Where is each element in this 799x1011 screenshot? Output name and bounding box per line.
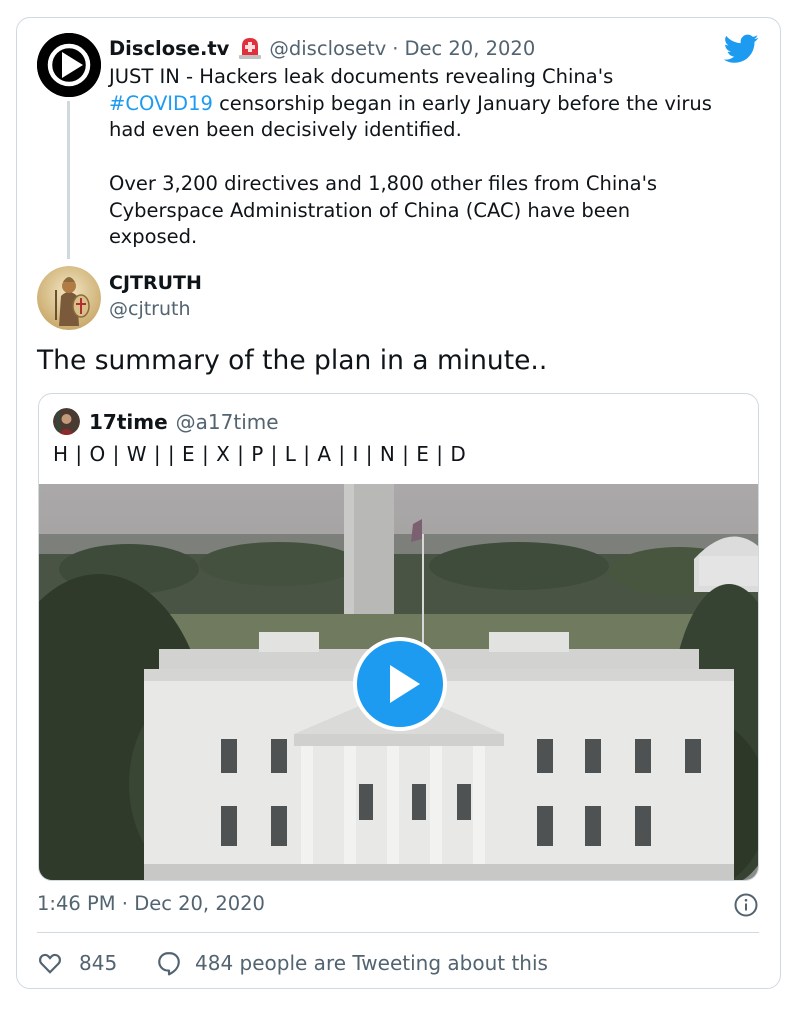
covid19-hashtag-link[interactable]: #COVID19 <box>109 92 213 115</box>
cjtruth-avatar[interactable] <box>37 266 101 330</box>
knight-avatar-icon <box>37 266 101 330</box>
parent-text-line-5: Cyberspace Administration of China (CAC)… <box>109 198 631 222</box>
speech-bubble-icon <box>158 952 180 976</box>
like-button[interactable]: 845 <box>37 948 117 978</box>
disclosetv-logo-icon <box>37 33 101 97</box>
parent-text-line-2: #COVID19 censorship began in early Janua… <box>109 91 769 118</box>
heart-icon <box>39 953 61 974</box>
tweet-date: Dec 20, 2020 <box>134 892 265 915</box>
parent-author-name[interactable]: Disclose.tv <box>109 37 229 60</box>
tweet-time: 1:46 PM <box>37 892 116 915</box>
portrait-avatar-icon <box>53 408 80 435</box>
quoted-tweet[interactable]: 17time @a17time H | O | W | | E | X | P … <box>38 393 759 881</box>
police-light-icon <box>238 36 262 60</box>
parent-author-handle[interactable]: @disclosetv <box>269 37 386 60</box>
footer-divider <box>37 932 759 933</box>
quoted-tweet-text: H | O | W | | E | X | P | L | A | I | N … <box>53 442 467 466</box>
parent-text-line-1: JUST IN - Hackers leak documents reveali… <box>109 65 614 88</box>
timestamp-separator: · <box>115 892 135 915</box>
header-separator: · <box>392 36 399 60</box>
parent-tweet-text: JUST IN - Hackers leak documents reveali… <box>109 64 769 251</box>
parent-tweet-header: Disclose.tv @disclosetv · Dec 20, 2020 <box>109 34 535 62</box>
disclosetv-avatar[interactable] <box>37 33 101 97</box>
tweet-author-name[interactable]: CJTRUTH <box>109 272 202 294</box>
like-count: 845 <box>79 951 118 975</box>
play-button[interactable] <box>353 637 447 731</box>
tweet-text: The summary of the plan in a minute.. <box>37 345 548 376</box>
quoted-author-name[interactable]: 17time <box>89 410 168 434</box>
tweet-author-handle[interactable]: @cjtruth <box>109 298 191 320</box>
parent-text-line-4: Over 3,200 directives and 1,800 other fi… <box>109 171 658 195</box>
twitter-bird-icon[interactable] <box>723 34 759 64</box>
parent-text-line-3: had even been decisively identified. <box>109 118 462 142</box>
play-icon <box>353 637 447 731</box>
quoted-author-avatar <box>53 408 80 435</box>
quoted-tweet-header: 17time @a17time <box>89 408 279 436</box>
parent-text-line-2-rest: censorship began in early January before… <box>212 91 712 115</box>
replies-link[interactable]: 484 people are Tweeting about this <box>156 948 548 978</box>
replies-text: 484 people are Tweeting about this <box>195 951 548 975</box>
parent-tweet-date[interactable]: Dec 20, 2020 <box>404 37 535 60</box>
tweet-timestamp[interactable]: 1:46 PM · Dec 20, 2020 <box>37 892 265 915</box>
quoted-author-handle[interactable]: @a17time <box>176 410 279 434</box>
info-icon[interactable] <box>734 893 758 917</box>
thread-connector-line <box>67 101 70 259</box>
parent-text-line-6: exposed. <box>109 225 198 249</box>
